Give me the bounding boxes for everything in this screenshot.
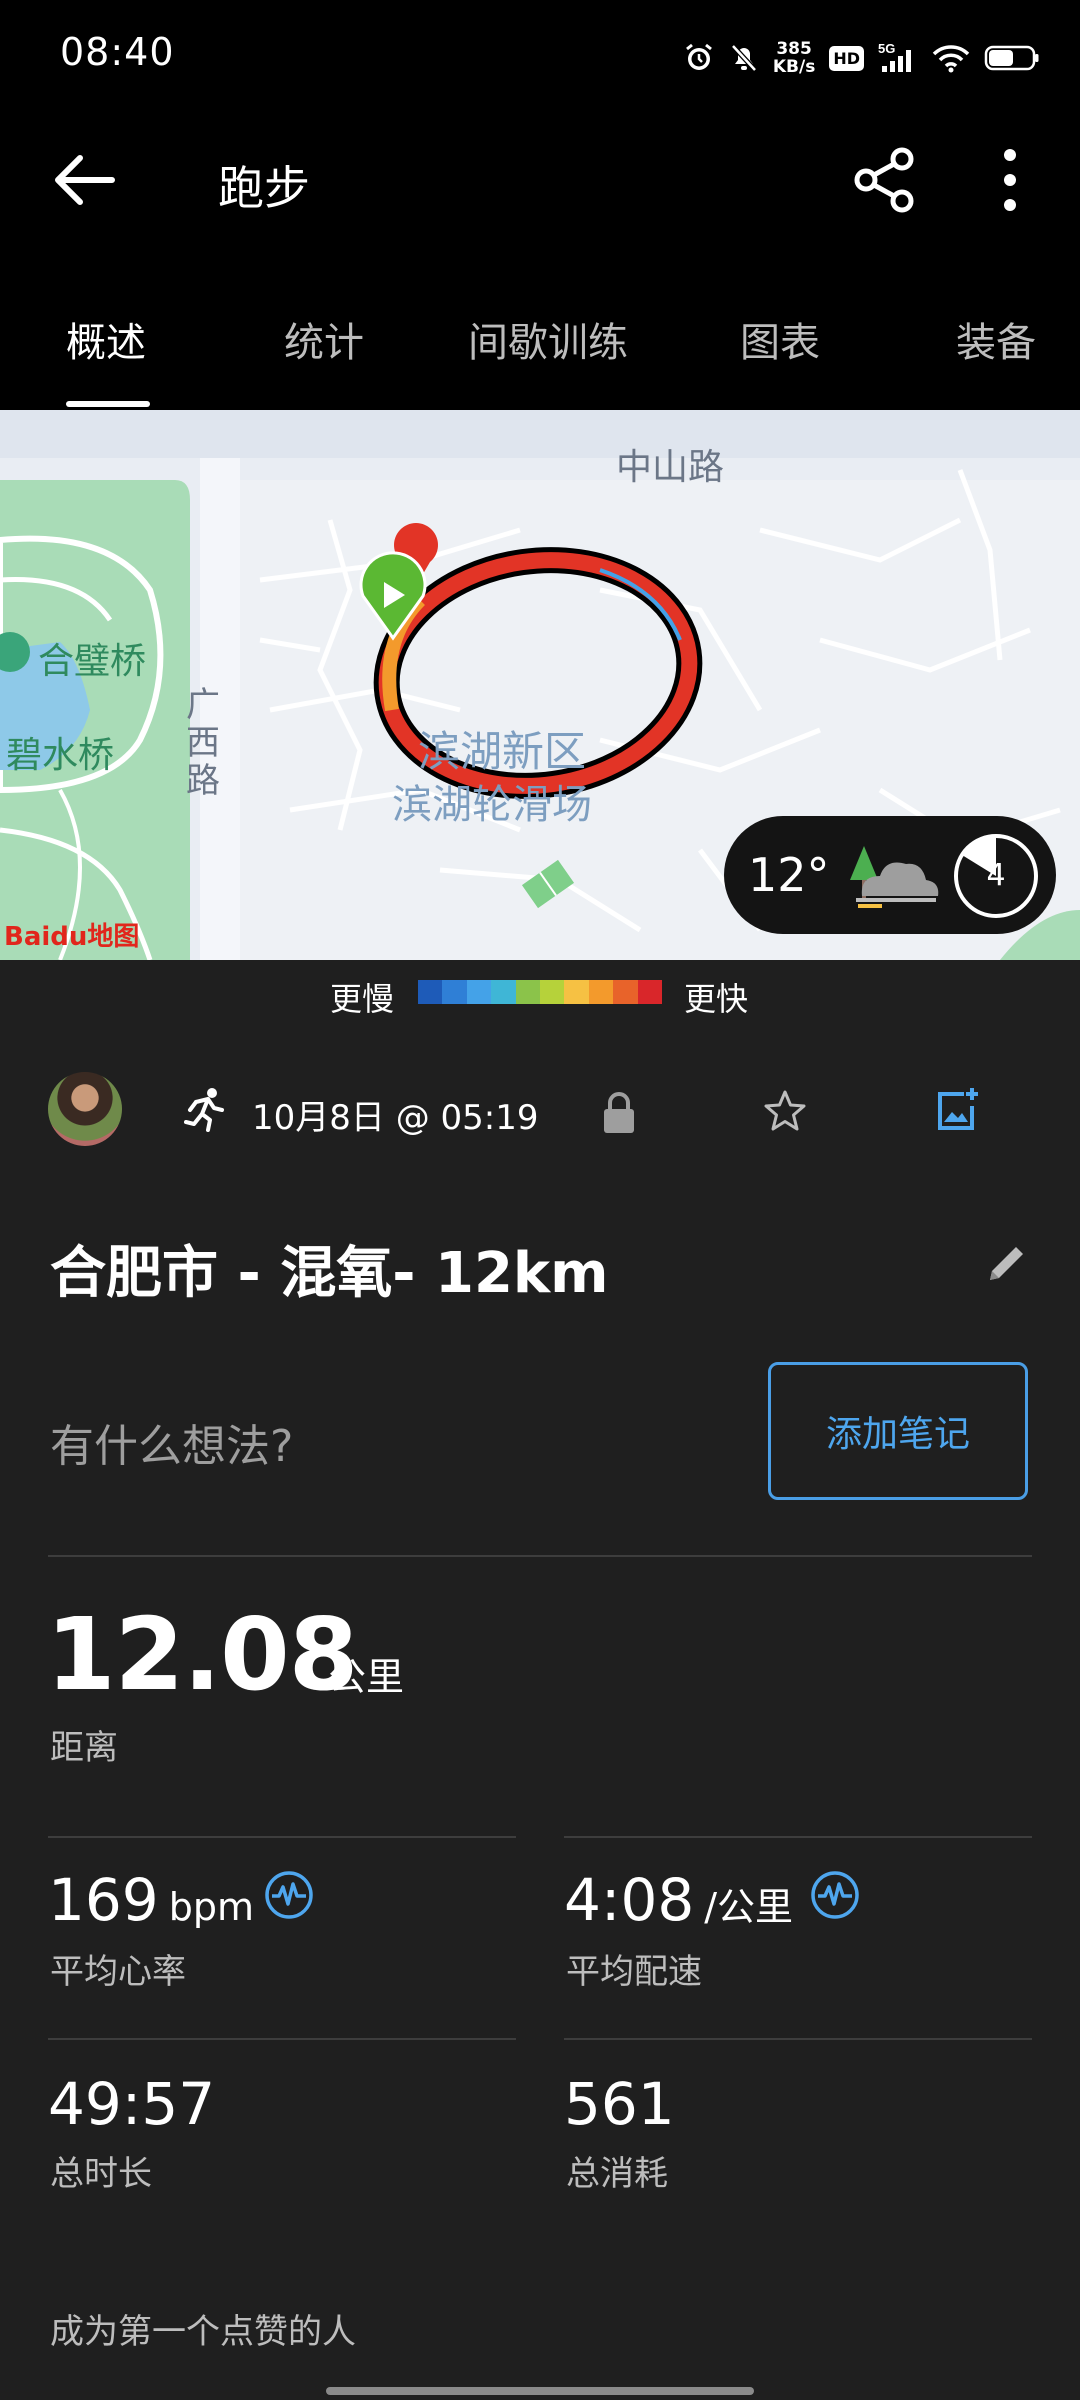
legend-color-segment	[637, 980, 663, 1004]
legend-slower-label: 更慢	[330, 980, 395, 1018]
divider	[564, 1836, 1032, 1838]
add-note-button[interactable]: 添加笔记	[768, 1362, 1028, 1500]
legend-color-segment	[515, 980, 541, 1004]
map-label-district: 滨湖新区	[418, 727, 587, 776]
status-time: 08:40	[60, 30, 175, 74]
svg-text:5G: 5G	[878, 42, 895, 56]
duration-label: 总时长	[50, 2154, 152, 2194]
home-indicator[interactable]	[326, 2387, 754, 2395]
more-vert-icon[interactable]	[990, 145, 1030, 215]
page-title: 跑步	[218, 161, 310, 215]
tab-gear[interactable]: 装备	[956, 310, 1036, 368]
legend-color-segment	[540, 980, 565, 1004]
legend-color-segment	[466, 980, 492, 1004]
legend-color-segment	[442, 980, 467, 1004]
pace-stat: 4:08/公里	[564, 1866, 793, 1934]
heart-rate-value: 169	[48, 1866, 159, 1934]
divider	[48, 1836, 516, 1838]
divider	[564, 2038, 1032, 2040]
network-speed: 385 KB/s	[773, 40, 815, 76]
distance-value: 12.08	[46, 1596, 358, 1713]
baidu-map-logo: Baidu地图	[4, 922, 140, 952]
pulse-icon[interactable]	[810, 1870, 860, 1920]
legend-color-segment	[418, 980, 443, 1004]
tab-intervals[interactable]: 间歇训练	[468, 310, 628, 368]
divider	[48, 1555, 1032, 1557]
map-label-road-top: 中山路	[616, 447, 725, 488]
tab-overview[interactable]: 概述	[66, 310, 146, 368]
pace-label: 平均配速	[566, 1952, 702, 1992]
heart-rate-label: 平均心率	[50, 1952, 186, 1992]
status-icons: 385 KB/s HD 5G	[683, 30, 1040, 86]
map-label-road-left: 广西路	[186, 685, 220, 801]
running-icon	[184, 1088, 224, 1132]
hd-icon: HD	[829, 45, 864, 71]
calories-label: 总消耗	[566, 2154, 668, 2194]
pulse-icon[interactable]	[264, 1870, 314, 1920]
pace-unit: /公里	[704, 1885, 794, 1929]
note-prompt[interactable]: 有什么想法?	[50, 1410, 293, 1474]
pace-legend-bar	[418, 980, 663, 1004]
add-photo-icon[interactable]	[934, 1086, 980, 1132]
map-label-bridge-2: 碧水桥	[6, 735, 115, 776]
pace-value: 4:08	[564, 1866, 695, 1934]
battery-icon	[984, 45, 1039, 71]
signal-icon: 5G	[878, 42, 911, 72]
duration-value: 49:57	[48, 2070, 216, 2138]
back-arrow-icon[interactable]	[50, 150, 120, 210]
legend-faster-label: 更快	[684, 980, 749, 1018]
star-icon[interactable]	[762, 1088, 808, 1134]
calories-value: 561	[564, 2070, 675, 2138]
network-speed-value: 385	[776, 39, 812, 59]
tab-charts[interactable]: 图表	[740, 310, 820, 368]
pencil-icon[interactable]	[984, 1240, 1030, 1286]
weather-temperature: 12°	[748, 848, 830, 902]
distance-unit: 公里	[328, 1655, 405, 1699]
cloud-tree-icon	[850, 846, 939, 908]
likes-prompt[interactable]: 成为第一个点赞的人	[50, 2304, 356, 2353]
heart-rate-stat: 169 bpm	[48, 1866, 254, 1934]
share-icon[interactable]	[850, 145, 920, 215]
legend-color-segment	[564, 980, 589, 1004]
lock-icon[interactable]	[600, 1090, 638, 1134]
tab-indicator	[66, 401, 150, 407]
wifi-icon	[932, 45, 970, 73]
distance-label: 距离	[50, 1728, 118, 1768]
alarm-icon	[685, 43, 712, 70]
network-speed-unit: KB/s	[772, 57, 816, 77]
legend-color-segment	[491, 980, 516, 1004]
activity-date: 10月8日 @ 05:19	[252, 1098, 539, 1138]
avatar[interactable]	[48, 1072, 122, 1146]
tab-stats[interactable]: 统计	[284, 310, 364, 368]
legend-color-segment	[588, 980, 614, 1004]
activity-title: 合肥市 - 混氧- 12km	[50, 1241, 609, 1306]
divider	[48, 2038, 516, 2040]
legend-color-segment	[613, 980, 638, 1004]
map-label-bridge-1: 合璧桥	[38, 641, 147, 682]
mute-icon	[731, 44, 757, 72]
map-label-area: 滨湖轮滑场	[392, 782, 592, 828]
heart-rate-unit: bpm	[168, 1885, 254, 1929]
weather-count: 4	[986, 858, 1006, 893]
